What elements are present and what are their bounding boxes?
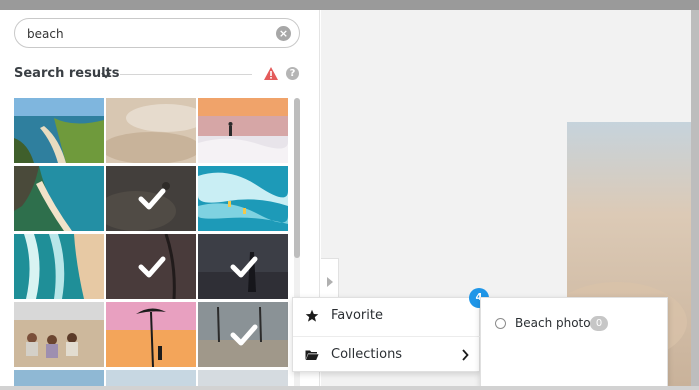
image-thumbnail[interactable]: [198, 166, 288, 231]
image-thumbnail[interactable]: [14, 98, 104, 163]
window-bottom-edge: [0, 386, 699, 390]
checkmark-icon: [138, 188, 166, 210]
image-thumbnail[interactable]: [106, 98, 196, 163]
checkmark-icon: [230, 324, 258, 346]
scrollbar-thumb[interactable]: [294, 98, 300, 258]
results-header: Search results ?: [14, 66, 304, 84]
image-grid: [14, 98, 289, 386]
image-thumbnail[interactable]: [14, 166, 104, 231]
clear-search-icon[interactable]: ×: [276, 26, 291, 41]
image-thumbnail[interactable]: [106, 166, 196, 231]
chevron-down-icon[interactable]: [100, 69, 112, 81]
menu-item-collections[interactable]: Collections: [293, 336, 481, 373]
search-field[interactable]: ×: [14, 18, 300, 48]
folder-open-icon: [305, 350, 319, 360]
search-input[interactable]: [27, 25, 267, 43]
collection-item[interactable]: Beach photos 0: [493, 315, 663, 333]
media-sidebar: × Search results ?: [0, 10, 320, 386]
window-top-edge: [0, 0, 699, 10]
checkmark-icon: [230, 256, 258, 278]
chevron-right-icon: [327, 277, 333, 287]
menu-item-favorite[interactable]: Favorite: [293, 298, 481, 335]
image-thumbnail[interactable]: [106, 234, 196, 299]
chevron-right-icon: [462, 349, 469, 361]
collections-submenu: Beach photos 0: [480, 297, 668, 387]
star-icon: [305, 309, 319, 322]
image-thumbnail[interactable]: [198, 370, 288, 386]
checkmark-icon: [138, 256, 166, 278]
image-thumbnail[interactable]: [198, 98, 288, 163]
collection-name: Beach photos: [515, 316, 597, 330]
collection-count-badge: 0: [590, 316, 608, 331]
divider: [120, 74, 252, 75]
help-icon[interactable]: ?: [286, 67, 299, 80]
warning-icon[interactable]: [263, 66, 279, 81]
image-thumbnail[interactable]: [14, 234, 104, 299]
image-thumbnail[interactable]: [106, 370, 196, 386]
app-window: × Search results ?: [0, 0, 699, 390]
radio-button[interactable]: [495, 318, 506, 329]
image-thumbnail[interactable]: [198, 302, 288, 367]
image-thumbnail[interactable]: [106, 302, 196, 367]
menu-item-label: Favorite: [331, 308, 383, 323]
menu-item-label: Collections: [331, 347, 403, 362]
image-thumbnail[interactable]: [14, 370, 104, 386]
image-thumbnail[interactable]: [198, 234, 288, 299]
context-menu: Favorite Collections: [292, 297, 481, 373]
image-thumbnail[interactable]: [14, 302, 104, 367]
window-right-edge: [691, 10, 699, 390]
